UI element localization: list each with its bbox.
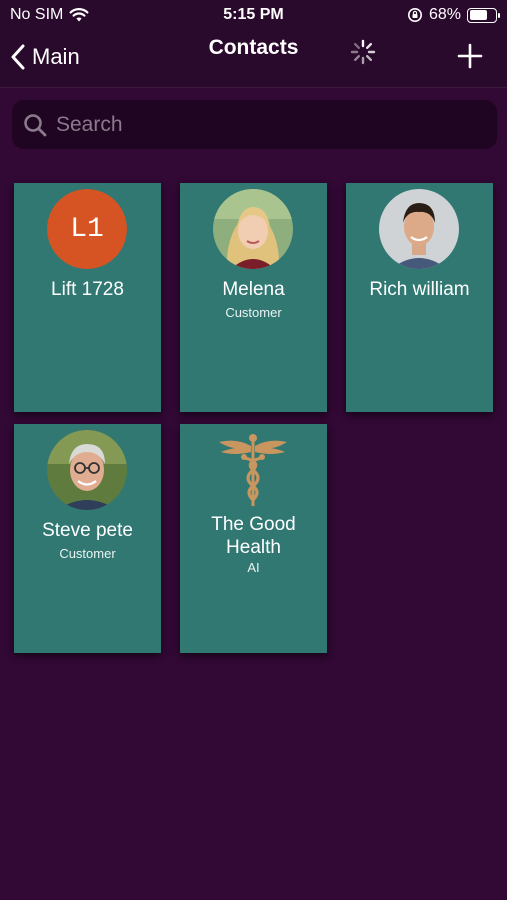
avatar xyxy=(379,189,459,269)
avatar xyxy=(213,189,293,269)
contact-name: The Good Health xyxy=(211,514,296,558)
status-bar: No SIM 5:15 PM 68% xyxy=(0,0,507,32)
caduceus-icon xyxy=(219,434,287,506)
avatar-photo-man-icon xyxy=(379,189,459,269)
loading-spinner-icon xyxy=(350,39,376,65)
contact-card[interactable]: The Good Health AI xyxy=(180,424,327,653)
contact-name: Rich william xyxy=(369,279,470,300)
contact-card[interactable]: Rich william xyxy=(346,183,493,412)
avatar: L1 xyxy=(47,189,127,269)
page-title: Contacts xyxy=(208,36,299,59)
contact-name: Melena xyxy=(222,279,285,300)
search-bar[interactable] xyxy=(12,100,497,149)
contact-card[interactable]: L1 Lift 1728 xyxy=(14,183,161,412)
avatar xyxy=(47,430,127,510)
avatar-photo-man-glasses-icon xyxy=(47,430,127,510)
contact-name: Steve pete xyxy=(42,520,133,541)
contact-role: AI xyxy=(247,560,260,575)
search-icon xyxy=(24,113,47,136)
battery-icon xyxy=(467,7,500,23)
avatar-photo-woman-icon xyxy=(213,189,293,269)
contact-role: Customer xyxy=(225,305,282,320)
battery-percent: 68% xyxy=(428,6,461,23)
contact-role: Customer xyxy=(59,546,116,561)
contact-name: Lift 1728 xyxy=(51,279,124,300)
contact-card[interactable]: Steve pete Customer xyxy=(14,424,161,653)
avatar-initials: L1 xyxy=(47,189,127,269)
contact-card[interactable]: Melena Customer xyxy=(180,183,327,412)
add-contact-button[interactable] xyxy=(456,42,484,70)
orientation-lock-icon xyxy=(407,8,422,22)
top-bar: No SIM 5:15 PM 68% Main Contacts xyxy=(0,0,507,88)
search-input[interactable] xyxy=(56,112,476,137)
